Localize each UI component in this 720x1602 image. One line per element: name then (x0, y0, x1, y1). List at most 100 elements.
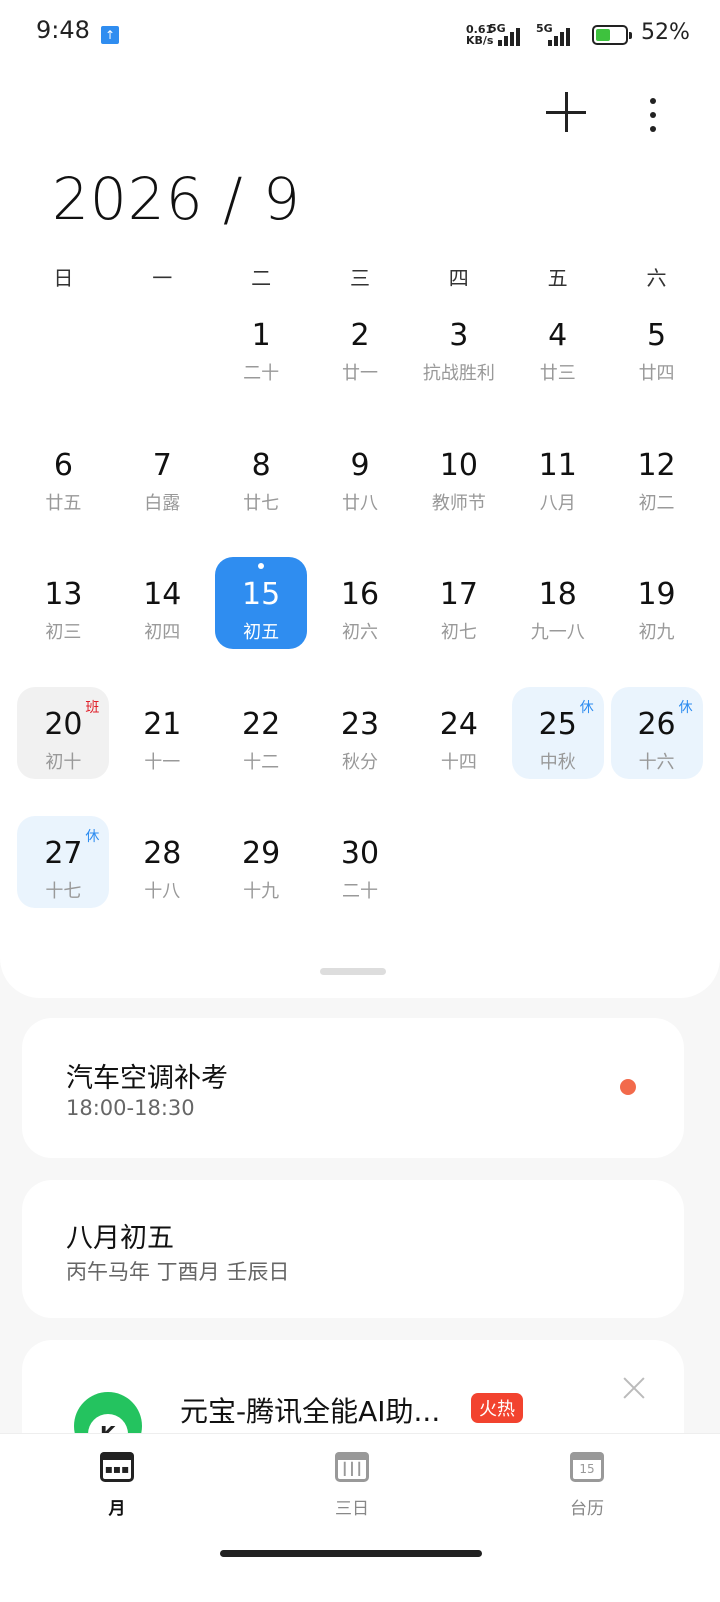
lunar-day-label: 十九 (243, 881, 280, 902)
day-cell[interactable]: 27 十七休 (17, 816, 110, 908)
lunar-day-label: 九一八 (530, 622, 585, 643)
day-number: 6 (53, 447, 73, 483)
upload-arrow-icon: ↑ (101, 26, 119, 44)
tab-three-day-label: 三日 (335, 1499, 369, 1519)
day-cell[interactable]: 20 初十班 (17, 686, 110, 779)
home-indicator[interactable] (220, 1550, 482, 1557)
day-cell[interactable]: 17 初七 (413, 557, 505, 649)
holiday-badge: 休 (678, 699, 693, 716)
lunar-day-label: 廿八 (342, 492, 378, 514)
day-cell[interactable]: 9 廿八 (314, 428, 406, 520)
event-indicator-dot (258, 563, 265, 569)
lunar-day-label: 初五 (243, 622, 280, 643)
tab-month-label: 月 (108, 1499, 126, 1519)
day-cell[interactable]: 16 初六 (314, 557, 406, 649)
month-view-icon: ▪▪▪ (100, 1452, 134, 1482)
lunar-day-label: 八月 (539, 492, 576, 514)
day-number: 24 (439, 706, 478, 742)
holiday-badge: 休 (85, 829, 100, 845)
day-cell[interactable]: 11 八月 (512, 428, 604, 520)
lunar-day-label: 初十 (45, 751, 82, 773)
battery-icon (592, 25, 632, 45)
close-icon[interactable] (622, 1376, 646, 1400)
day-cell[interactable]: 25 中秋休 (511, 686, 604, 779)
page-title[interactable]: 2026 / 9 (52, 165, 301, 233)
net-speed-unit: KB/s (466, 34, 494, 47)
day-number: 29 (242, 836, 281, 871)
day-cell[interactable]: 22 十二 (215, 687, 307, 779)
day-cell[interactable]: 18 九一八 (512, 557, 604, 649)
event-color-dot (620, 1079, 636, 1095)
lunar-day-label: 中秋 (539, 751, 576, 773)
lunar-day-label: 教师节 (431, 492, 486, 514)
lunar-day-label: 抗战胜利 (422, 363, 495, 384)
day-number: 16 (340, 577, 380, 612)
weekday-header: 日一二三四五六 (14, 262, 706, 291)
day-cell[interactable]: 24 十四 (413, 687, 505, 779)
tab-three-day[interactable]: ┃┃┃ 三日 (292, 1452, 412, 1519)
bottom-nav: ▪▪▪ 月 ┃┃┃ 三日 15 台历 (0, 1433, 720, 1602)
lunar-date-title: 八月初五 (66, 1223, 174, 1254)
battery-percent: 52% (641, 20, 690, 45)
day-cell[interactable]: 30 二十 (314, 816, 406, 908)
three-day-icon: ┃┃┃ (335, 1452, 369, 1482)
day-cell[interactable]: 19 初九 (611, 557, 703, 649)
day-number: 17 (439, 577, 478, 612)
lunar-day-label: 初二 (638, 492, 675, 514)
tab-desk-calendar-label: 台历 (570, 1499, 604, 1519)
hot-badge: 火热 (471, 1393, 523, 1423)
lunar-day-label: 初九 (638, 622, 675, 643)
holiday-badge: 休 (579, 699, 594, 716)
day-cell[interactable]: 12 初二 (611, 428, 703, 520)
event-card[interactable]: 汽车空调补考 18:00-18:30 (22, 1018, 684, 1158)
tab-month[interactable]: ▪▪▪ 月 (57, 1452, 177, 1519)
lunar-day-label: 初六 (342, 622, 378, 643)
day-cell[interactable]: 5 廿四 (611, 298, 703, 390)
day-number: 3 (449, 318, 469, 353)
day-cell[interactable]: 10 教师节 (413, 428, 505, 520)
day-cell[interactable]: 14 初四 (116, 557, 208, 649)
lunar-day-label: 二十 (342, 881, 378, 902)
signal-bars-2-icon (548, 26, 570, 46)
day-number: 14 (143, 577, 182, 612)
day-cell[interactable]: 1 二十 (215, 298, 307, 390)
weekday-label: 六 (646, 266, 667, 290)
lunar-date-subtitle: 丙午马年 丁酉月 壬辰日 (66, 1260, 290, 1284)
more-vertical-icon[interactable] (648, 98, 658, 134)
lunar-day-label: 秋分 (342, 751, 378, 773)
day-number: 9 (350, 447, 370, 483)
plus-icon[interactable] (546, 92, 586, 132)
day-cell[interactable]: 7 白露 (116, 428, 208, 520)
day-cell[interactable]: 2 廿一 (314, 298, 406, 390)
lunar-info-card[interactable]: 八月初五 丙午马年 丁酉月 壬辰日 (22, 1180, 684, 1318)
day-cell[interactable]: 8 廿七 (215, 428, 307, 520)
day-cell[interactable]: 13 初三 (17, 557, 109, 649)
day-cell[interactable]: 29 十九 (215, 816, 307, 908)
day-cell[interactable]: 28 十八 (116, 816, 208, 908)
lunar-day-label: 二十 (243, 363, 280, 384)
day-number: 18 (538, 577, 577, 612)
signal-bars-1-icon (498, 26, 520, 46)
day-number: 8 (251, 447, 271, 483)
lunar-day-label: 白露 (144, 492, 181, 514)
tab-desk-calendar[interactable]: 15 台历 (527, 1452, 647, 1519)
day-number: 13 (44, 577, 83, 612)
day-cell[interactable]: 21 十一 (116, 687, 208, 779)
day-cell[interactable]: 6 廿五 (17, 428, 109, 520)
lunar-day-label: 十七 (45, 881, 82, 902)
day-cell[interactable]: 23 秋分 (314, 687, 406, 779)
weekday-label: 二 (251, 266, 272, 290)
status-time: 9:48 (36, 16, 90, 44)
day-number: 28 (143, 836, 182, 871)
day-cell-today[interactable]: 15 初五 (215, 557, 308, 649)
day-cell[interactable]: 4 廿三 (512, 298, 604, 390)
lunar-day-label: 初三 (45, 622, 82, 643)
day-cell[interactable]: 26 十六休 (610, 686, 703, 779)
day-cell[interactable]: 3 抗战胜利 (413, 298, 505, 390)
ad-title[interactable]: 元宝-腾讯全能AI助... (180, 1390, 440, 1430)
day-number: 30 (340, 836, 380, 871)
drag-handle[interactable] (320, 968, 386, 975)
lunar-day-label: 十六 (638, 751, 675, 773)
lunar-day-label: 十四 (440, 751, 477, 773)
weekday-label: 日 (53, 266, 74, 290)
